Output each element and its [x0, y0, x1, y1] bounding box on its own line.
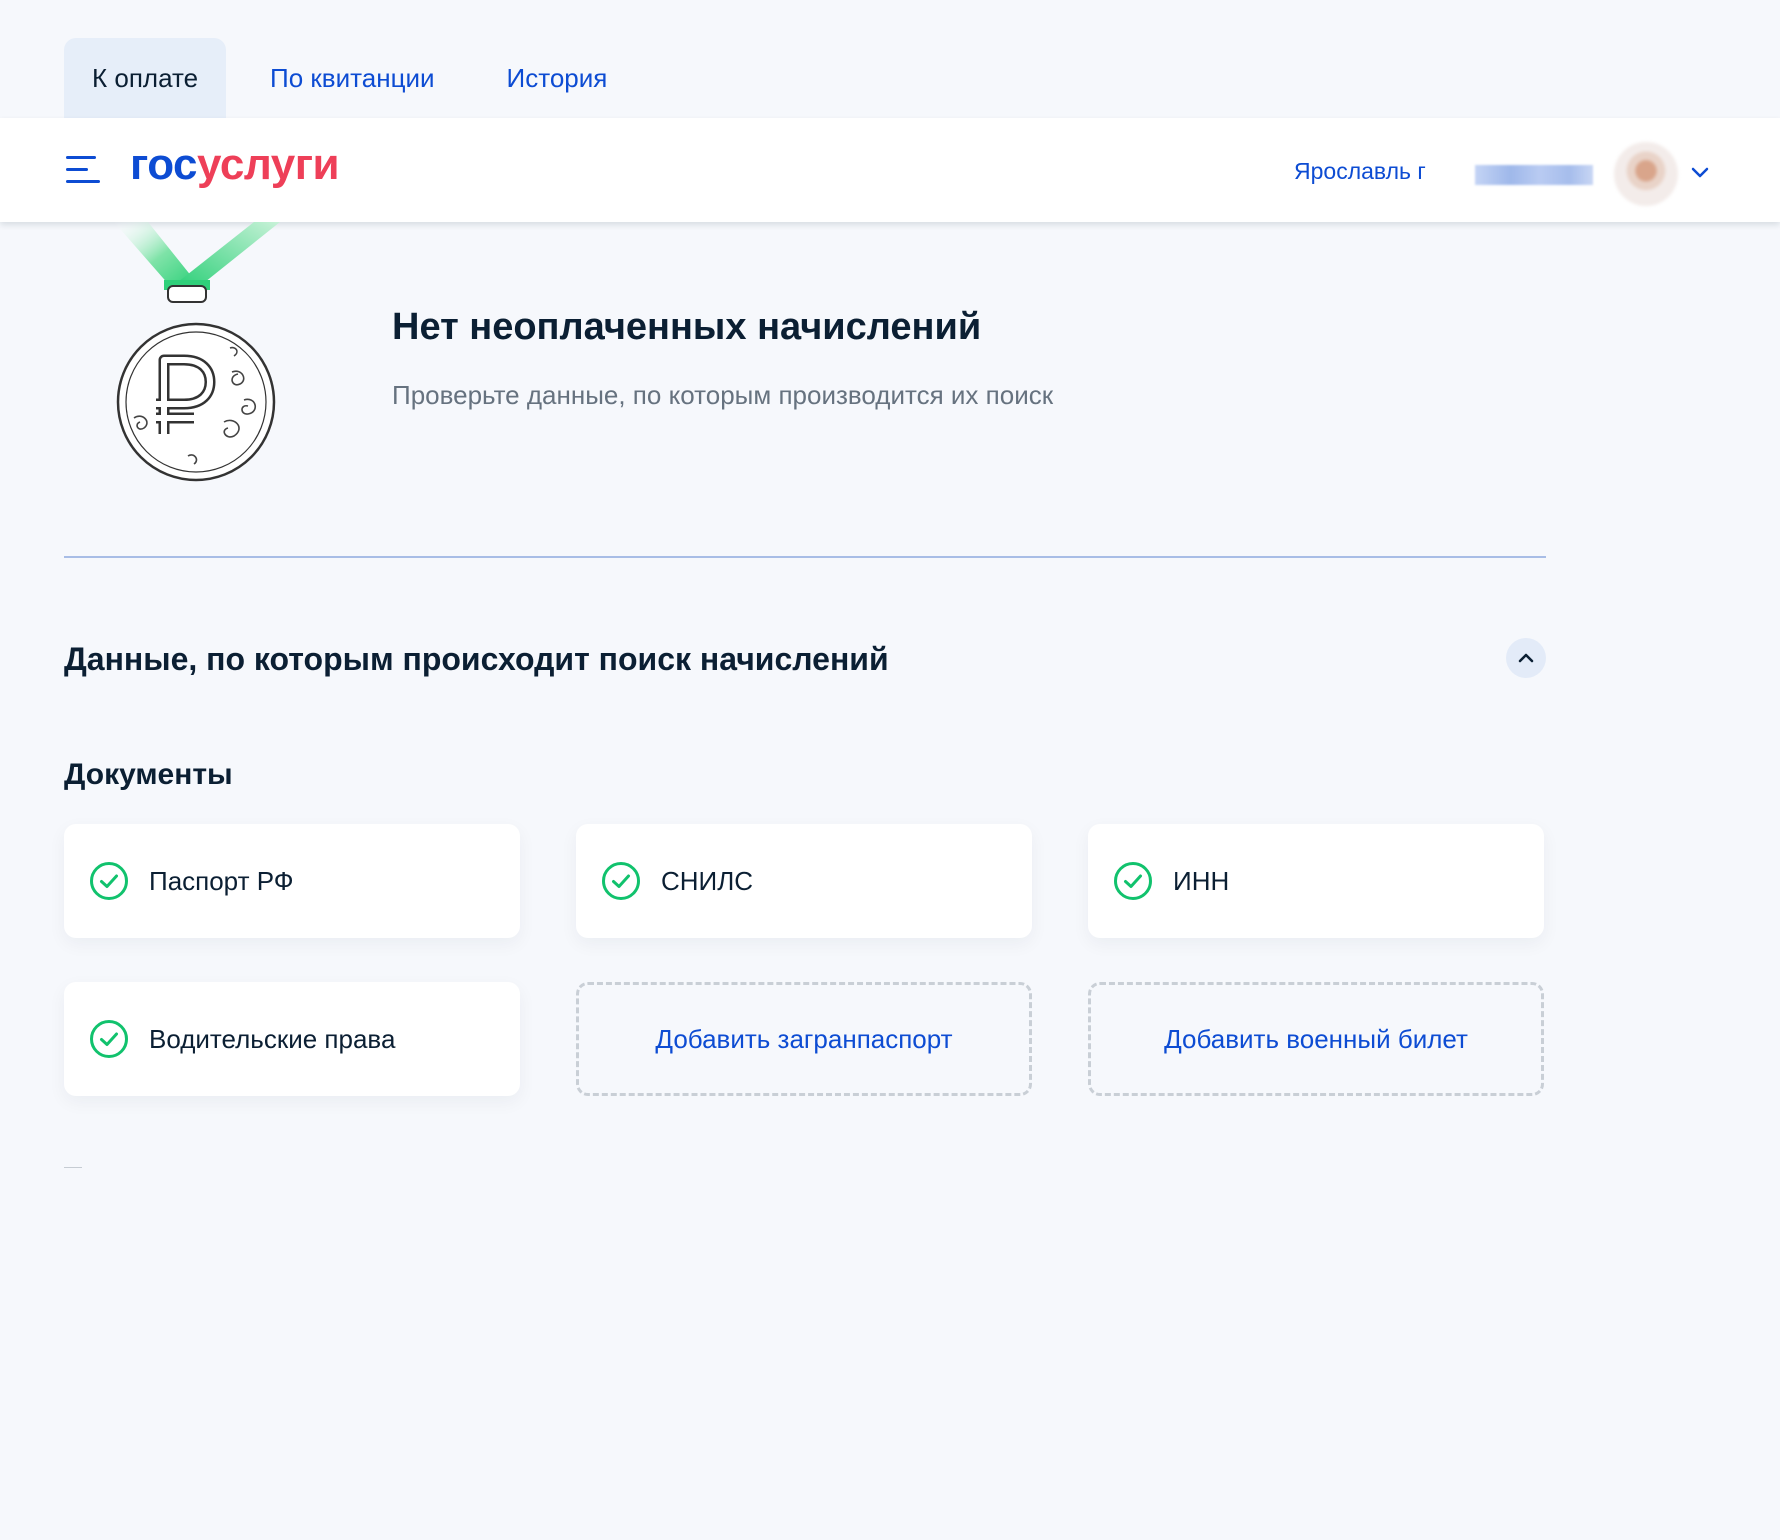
- collapse-button[interactable]: [1506, 638, 1546, 678]
- logo-text-part1: гос: [130, 140, 198, 189]
- check-circle-icon: [90, 1020, 128, 1058]
- burger-menu-icon[interactable]: [66, 156, 100, 184]
- document-label: СНИЛС: [661, 865, 754, 896]
- check-circle-icon: [602, 862, 640, 900]
- tab-by-receipt[interactable]: По квитанции: [242, 38, 462, 118]
- tab-history[interactable]: История: [479, 38, 636, 118]
- user-name-blurred[interactable]: [1475, 165, 1593, 185]
- document-label: Паспорт РФ: [149, 865, 294, 896]
- document-card-snils[interactable]: СНИЛС: [576, 824, 1032, 938]
- section-divider: [64, 556, 1546, 558]
- document-label: Водительские права: [149, 1023, 396, 1054]
- add-military-id-label: Добавить военный билет: [1164, 1023, 1468, 1054]
- add-foreign-passport-label: Добавить загранпаспорт: [655, 1023, 953, 1054]
- document-card-passport[interactable]: Паспорт РФ: [64, 824, 520, 938]
- empty-state-subtitle: Проверьте данные, по которым производитс…: [392, 380, 1054, 410]
- city-selector[interactable]: Ярославль г: [1294, 158, 1426, 185]
- document-card-inn[interactable]: ИНН: [1088, 824, 1544, 938]
- check-circle-icon: [1114, 862, 1152, 900]
- add-foreign-passport-button[interactable]: Добавить загранпаспорт: [576, 982, 1032, 1096]
- empty-state-title: Нет неоплаченных начислений: [392, 306, 982, 348]
- tab-to-pay[interactable]: К оплате: [64, 38, 227, 118]
- logo-text-part2: услуги: [197, 140, 340, 189]
- top-header: госуслуги Ярославль г: [0, 118, 1780, 222]
- chevron-down-icon[interactable]: [1690, 162, 1710, 182]
- check-circle-icon: [90, 862, 128, 900]
- ruble-medal-icon: [114, 222, 280, 482]
- avatar[interactable]: [1614, 142, 1678, 206]
- divider-fragment: [64, 1167, 82, 1168]
- documents-title: Документы: [64, 758, 233, 791]
- chevron-up-icon: [1518, 653, 1534, 663]
- tab-bar: К оплате По квитанции История: [64, 38, 635, 118]
- gosuslugi-logo[interactable]: госуслуги: [130, 140, 340, 190]
- document-card-driver-license[interactable]: Водительские права: [64, 982, 520, 1096]
- add-military-id-button[interactable]: Добавить военный билет: [1088, 982, 1544, 1096]
- document-label: ИНН: [1173, 865, 1230, 896]
- search-data-title: Данные, по которым происходит поиск начи…: [64, 641, 889, 677]
